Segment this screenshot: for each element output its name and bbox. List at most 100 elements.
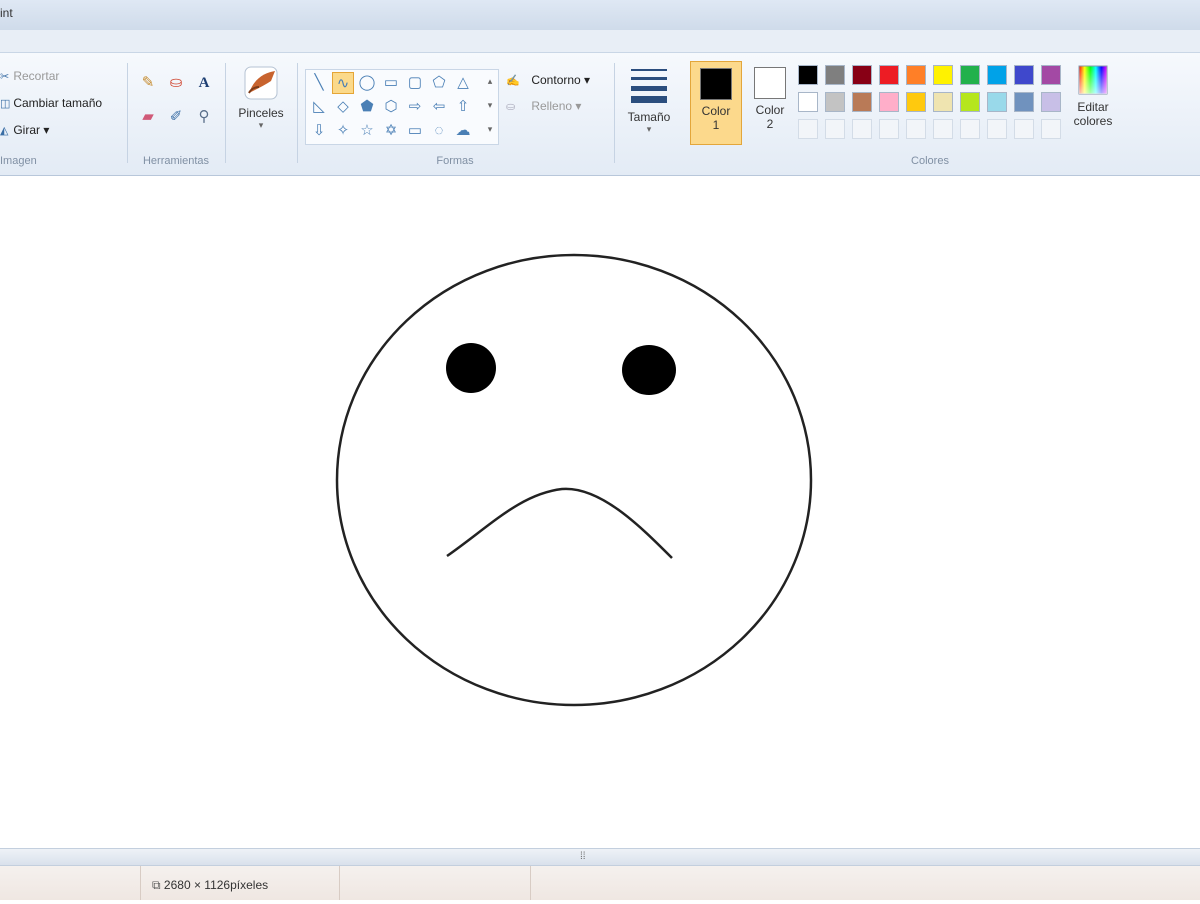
five-point-star-shape-icon[interactable]: ☆ [356,120,378,142]
arrow-up-shape-icon[interactable]: ⇧ [452,96,474,118]
palette-swatch-19[interactable] [1041,92,1061,112]
status-bar: ⧉ 2680 × 1126píxeles [0,866,1200,900]
right-eye [622,345,676,395]
line-size-icon [631,69,667,103]
color1-label: Color [701,104,731,118]
arrow-left-shape-icon[interactable]: ⇦ [428,96,450,118]
palette-swatch-4[interactable] [906,65,926,85]
palette-swatch-9[interactable] [1041,65,1061,85]
palette-empty-slot-5[interactable] [933,119,953,139]
outline-brush-icon: ✍ [506,75,520,87]
palette-swatch-1[interactable] [825,65,845,85]
oval-callout-shape-icon[interactable]: ◌ [428,120,450,142]
palette-swatch-13[interactable] [879,92,899,112]
triangle-shape-icon[interactable]: △ [452,72,474,94]
fill-button[interactable]: ⛀ Relleno ▾ [506,99,581,113]
palette-swatch-12[interactable] [852,92,872,112]
scroll-up-icon[interactable]: ▴ [483,69,497,93]
hexagon-shape-icon[interactable]: ⬡ [380,96,402,118]
palette-swatch-5[interactable] [933,65,953,85]
palette-empty-slot-6[interactable] [960,119,980,139]
color1-button[interactable]: Color 1 [690,61,742,145]
palette-empty-slot-3[interactable] [879,119,899,139]
separator [614,63,615,163]
palette-empty-slot-2[interactable] [852,119,872,139]
left-eye [446,343,496,393]
line-shape-icon[interactable]: ╲ [308,72,330,94]
cloud-callout-shape-icon[interactable]: ☁ [452,120,474,142]
color-spectrum-icon [1078,65,1108,95]
color1-number: 1 [712,118,720,132]
palette-swatch-8[interactable] [1014,65,1034,85]
ribbon-tab-strip [0,30,1200,52]
canvas-size-text: 2680 × 1126píxeles [163,878,269,892]
polygon-shape-icon[interactable]: ⬠ [428,72,450,94]
palette-empty-slot-9[interactable] [1041,119,1061,139]
scroll-down-icon[interactable]: ▾ [483,93,497,117]
edit-colors-label: Editar [1077,100,1109,114]
right-triangle-shape-icon[interactable]: ◺ [308,96,330,118]
edit-colors-button[interactable]: Editar colores [1066,63,1120,128]
diamond-shape-icon[interactable]: ◇ [332,96,354,118]
curve-shape-icon[interactable]: ∿ [332,72,354,94]
palette-empty-slot-4[interactable] [906,119,926,139]
palette-swatch-16[interactable] [960,92,980,112]
status-selection-size [340,866,531,900]
palette-swatch-7[interactable] [987,65,1007,85]
arrow-right-shape-icon[interactable]: ⇨ [404,96,426,118]
rounded-callout-shape-icon[interactable]: ▭ [404,120,426,142]
pentagon-shape-icon[interactable]: ⬟ [356,96,378,118]
window-title: int [0,6,13,20]
oval-shape-icon[interactable]: ◯ [356,72,378,94]
palette-swatch-6[interactable] [960,65,980,85]
palette-empty-slot-8[interactable] [1014,119,1034,139]
color1-swatch [700,68,732,100]
palette-swatch-18[interactable] [1014,92,1034,112]
four-point-star-shape-icon[interactable]: ✧ [332,120,354,142]
face-outline [335,253,813,707]
palette-swatch-11[interactable] [825,92,845,112]
canvas-horizontal-scrollbar[interactable]: ⁞⁞ [0,848,1200,866]
palette-swatch-14[interactable] [906,92,926,112]
palette-swatch-2[interactable] [852,65,872,85]
palette-swatch-0[interactable] [798,65,818,85]
size-button[interactable]: Tamaño ▾ [620,63,678,135]
palette-swatch-10[interactable] [798,92,818,112]
six-point-star-shape-icon[interactable]: ✡ [380,120,402,142]
palette-empty-slot-0[interactable] [798,119,818,139]
size-label: Tamaño [627,110,671,124]
arrow-down-shape-icon[interactable]: ⇩ [308,120,330,142]
rounded-rectangle-shape-icon[interactable]: ▢ [404,72,426,94]
sad-face-drawing [335,253,813,707]
palette-empty-slot-7[interactable] [987,119,1007,139]
canvas-size-icon: ⧉ [152,878,161,892]
shapes-group-label: Formas [436,155,474,167]
shapes-gallery: ╲ ∿ ◯ ▭ ▢ ⬠ △ ◺ ◇ ⬟ ⬡ ⇨ ⇦ ⇧ ⇩ ✧ ☆ ✡ ▭ ◌ … [305,69,499,145]
rectangle-shape-icon[interactable]: ▭ [380,72,402,94]
shapes-group: ╲ ∿ ◯ ▭ ▢ ⬠ △ ◺ ◇ ⬟ ⬡ ⇨ ⇦ ⇧ ⇩ ✧ ☆ ✡ ▭ ◌ … [0,59,620,171]
color2-number: 2 [766,117,774,131]
palette-swatch-3[interactable] [879,65,899,85]
color2-label: Color [755,103,785,117]
status-canvas-size: ⧉ 2680 × 1126píxeles [140,866,340,900]
palette-swatch-15[interactable] [933,92,953,112]
ribbon: ✂ Recortar ◫ Cambiar tamaño ◭ Girar ▾ Im… [0,52,1200,177]
frown-mouth [446,487,673,559]
outline-label: Contorno ▾ [531,73,591,87]
palette-swatch-17[interactable] [987,92,1007,112]
drawing-canvas[interactable] [0,176,1200,848]
resize-grip-icon[interactable]: ⁞⁞ [580,851,586,862]
colors-group-label: Colores [911,155,949,167]
palette-empty-slot-1[interactable] [825,119,845,139]
expand-gallery-icon[interactable]: ▾ [483,117,497,141]
fill-label: Relleno ▾ [531,99,582,113]
edit-colors-label-2: colores [1073,114,1113,128]
title-bar: int [0,0,1200,31]
size-dropdown-arrow: ▾ [646,124,652,134]
status-cursor-position [0,866,141,900]
color2-swatch [754,67,786,99]
color2-button[interactable]: Color 2 [744,61,796,145]
fill-bucket-small-icon: ⛀ [506,101,516,113]
shapes-gallery-scroll[interactable]: ▴ ▾ ▾ [483,69,497,143]
outline-button[interactable]: ✍ Contorno ▾ [506,73,590,87]
